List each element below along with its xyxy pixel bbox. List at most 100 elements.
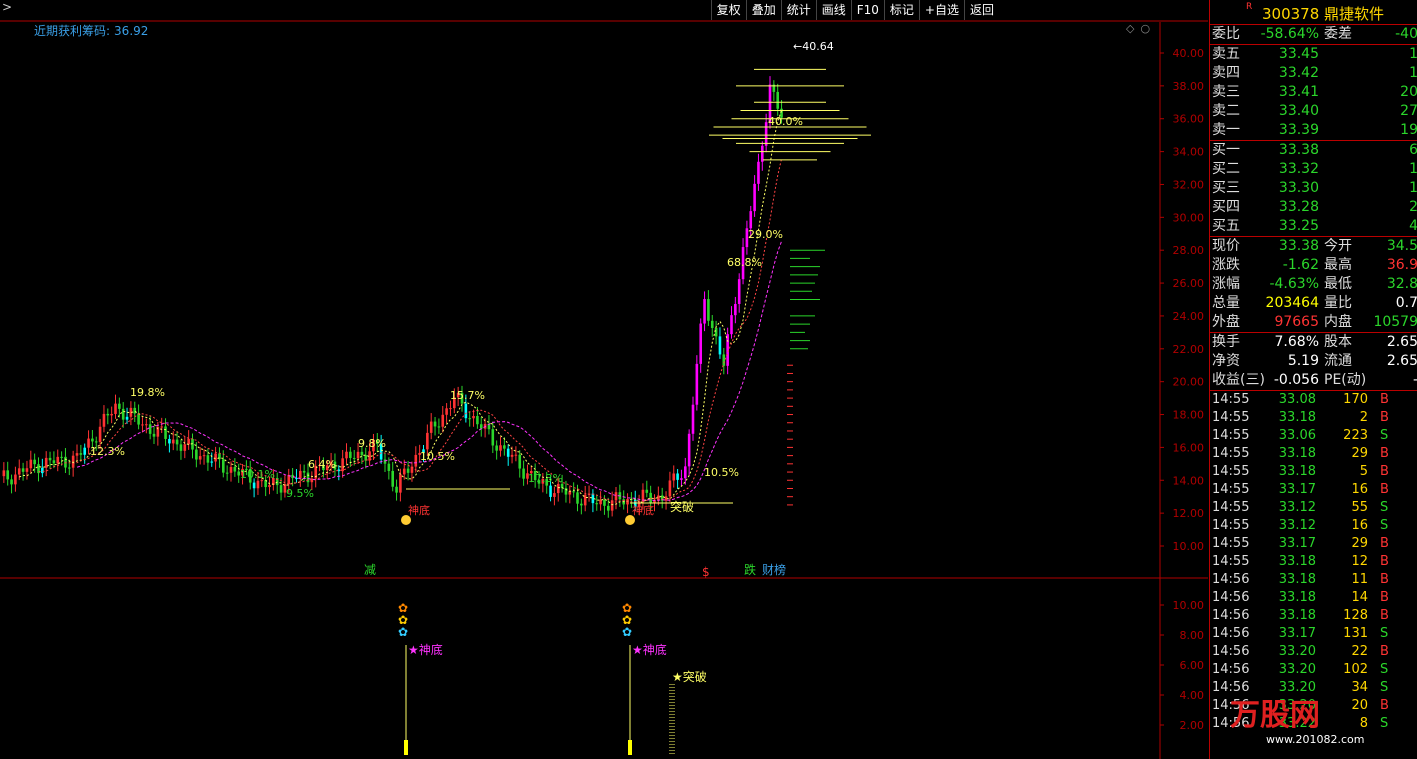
quote-label-2: 量比 bbox=[1324, 295, 1352, 311]
tick-volume: 29 bbox=[1351, 446, 1368, 461]
candle-body bbox=[137, 413, 140, 425]
toolbar-button-6[interactable]: +自选 bbox=[918, 0, 964, 20]
quote-label-2: 最高 bbox=[1324, 257, 1352, 273]
price-axis-label: 22.00 bbox=[1173, 343, 1205, 356]
candle-body bbox=[691, 404, 695, 434]
candle-body bbox=[614, 492, 618, 501]
candle-body bbox=[229, 466, 233, 473]
tick-side: B bbox=[1380, 698, 1389, 713]
bids-row[interactable]: 买三 33.30 1 bbox=[1210, 179, 1417, 198]
tick-price: 33.18 bbox=[1278, 572, 1316, 587]
candle-body bbox=[183, 444, 187, 451]
candle-body bbox=[499, 445, 502, 451]
tick-side: B bbox=[1380, 608, 1389, 623]
tick-volume: 29 bbox=[1351, 536, 1368, 551]
candle-body bbox=[595, 503, 599, 505]
butterfly-icon: ✿ bbox=[622, 625, 632, 639]
expand-arrow-icon[interactable]: > bbox=[2, 0, 12, 14]
watermark-logo: 万股网 bbox=[1230, 698, 1320, 733]
chart-canvas[interactable]: 40.00 38.00 36.00 34.00 32.00 30.00 28.00 26.00… bbox=[0, 0, 1208, 759]
candle-body bbox=[645, 489, 649, 493]
price-axis-label: 34.00 bbox=[1173, 146, 1205, 159]
candle-body bbox=[707, 299, 710, 321]
candle-body bbox=[114, 403, 117, 414]
toolbar-button-7[interactable]: 返回 bbox=[963, 0, 999, 20]
butterfly-icon: ✿ bbox=[398, 625, 408, 639]
price-axis-label: 28.00 bbox=[1173, 244, 1205, 257]
candle-body bbox=[710, 320, 714, 328]
bids-row[interactable]: 买五 33.25 4 bbox=[1210, 217, 1417, 236]
asks-label: 卖四 bbox=[1212, 65, 1240, 81]
candle-body bbox=[225, 472, 229, 474]
sub-tupo-label: ★突破 bbox=[672, 669, 707, 684]
toolbar-button-4[interactable]: F10 bbox=[850, 0, 884, 20]
watermark-url: www.201082.com bbox=[1266, 733, 1365, 746]
quote-value: -4.63% bbox=[1269, 276, 1319, 292]
quote-label: 总量 bbox=[1212, 295, 1240, 311]
toolbar-button-5[interactable]: 标记 bbox=[883, 0, 919, 20]
kline-chart-area[interactable]: 40.00 38.00 36.00 34.00 32.00 30.00 28.00 26.00… bbox=[0, 0, 1208, 759]
toolbar-button-2[interactable]: 统计 bbox=[780, 0, 816, 20]
toolbar-button-3[interactable]: 画线 bbox=[815, 0, 851, 20]
sub-axis-label: 8.00 bbox=[1180, 629, 1205, 642]
candle-body bbox=[491, 429, 495, 446]
candle-body bbox=[672, 473, 676, 481]
candle-body bbox=[252, 482, 256, 489]
tick-price: 33.06 bbox=[1278, 428, 1316, 443]
bid-book: 买一 33.38 6 买二 33.32 1 买三 33.30 1 买四 33.28 2 买五 33.25 4 bbox=[1210, 140, 1417, 236]
candle-body bbox=[649, 492, 652, 503]
candle-body bbox=[91, 438, 94, 442]
die-label: 跌 bbox=[744, 562, 756, 577]
quote-label-2: 内盘 bbox=[1324, 314, 1352, 330]
stock-title: 300378 鼎捷软件 bbox=[1262, 3, 1384, 24]
candle-body bbox=[68, 467, 71, 469]
weibi-value: -58.64% bbox=[1260, 26, 1319, 42]
tick-volume: 14 bbox=[1351, 590, 1368, 605]
tick-volume: 102 bbox=[1343, 662, 1368, 677]
candle-body bbox=[125, 416, 129, 420]
candle-body bbox=[556, 483, 560, 494]
tick-price: 33.12 bbox=[1278, 518, 1316, 533]
tick-list[interactable]: 14:55 33.08 170 B 14:55 33.18 2 B 14:55 33.06 223 S… bbox=[1210, 390, 1417, 733]
candle-body bbox=[345, 451, 348, 459]
tick-volume: 8 bbox=[1359, 716, 1368, 731]
tick-side: B bbox=[1380, 644, 1389, 659]
asks-row[interactable]: 卖一 33.39 19 bbox=[1210, 121, 1417, 140]
candle-body bbox=[133, 407, 137, 414]
candle-body bbox=[94, 441, 98, 443]
candle-body bbox=[79, 453, 83, 455]
candle-body bbox=[44, 457, 48, 468]
quote-row: 总量 203464 量比 0.7 bbox=[1210, 294, 1417, 313]
tick-side: B bbox=[1380, 536, 1389, 551]
asks-price: 33.45 bbox=[1278, 46, 1319, 62]
asks-row[interactable]: 卖五 33.45 1 bbox=[1210, 45, 1417, 64]
candle-body bbox=[753, 183, 756, 212]
candle-body bbox=[641, 489, 645, 502]
candle-body bbox=[41, 467, 44, 474]
chart-corner-icons[interactable]: ◇○ bbox=[1126, 22, 1156, 35]
candle-body bbox=[102, 413, 106, 427]
candle-body bbox=[202, 455, 206, 457]
finance-value-2: 2.65 bbox=[1386, 353, 1417, 369]
asks-row[interactable]: 卖三 33.41 20 bbox=[1210, 83, 1417, 102]
tick-price: 33.18 bbox=[1278, 446, 1316, 461]
asks-volume: 1 bbox=[1409, 65, 1417, 81]
tick-price: 33.20 bbox=[1278, 644, 1316, 659]
bids-row[interactable]: 买二 33.32 1 bbox=[1210, 160, 1417, 179]
bids-row[interactable]: 买四 33.28 2 bbox=[1210, 198, 1417, 217]
candle-body bbox=[687, 433, 691, 467]
quote-value-2: 0.7 bbox=[1395, 295, 1417, 311]
candle-body bbox=[737, 279, 741, 304]
bids-row[interactable]: 买一 33.38 6 bbox=[1210, 141, 1417, 160]
candle-body bbox=[757, 161, 760, 184]
tick-row: 14:56 33.18 14 B bbox=[1210, 589, 1417, 607]
finance-block: 换手 7.68% 股本 2.65 净资 5.19 流通 2.65 收益(三) -0.056 PE(动… bbox=[1210, 332, 1417, 390]
asks-row[interactable]: 卖四 33.42 1 bbox=[1210, 64, 1417, 83]
toolbar-button-0[interactable]: 复权 bbox=[710, 0, 746, 20]
quote-label-2: 最低 bbox=[1324, 276, 1352, 292]
tick-side: B bbox=[1380, 446, 1389, 461]
asks-row[interactable]: 卖二 33.40 27 bbox=[1210, 102, 1417, 121]
asks-price: 33.41 bbox=[1278, 84, 1319, 100]
toolbar-button-1[interactable]: 叠加 bbox=[745, 0, 781, 20]
candle-body bbox=[29, 459, 33, 469]
